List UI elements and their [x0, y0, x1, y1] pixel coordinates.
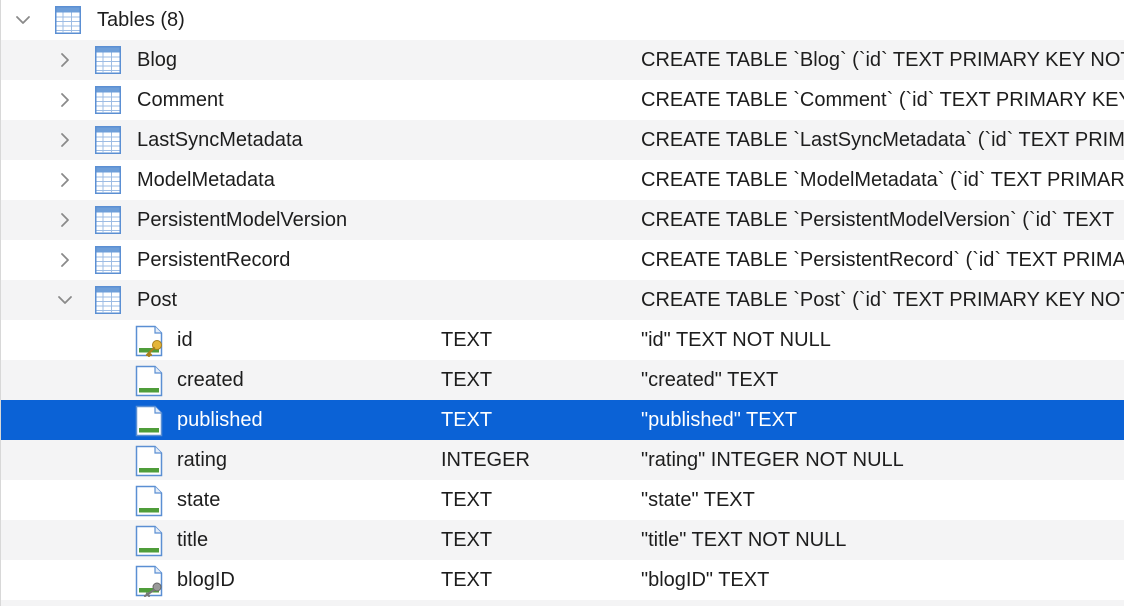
column-schema: "id" TEXT NOT NULL — [641, 329, 831, 351]
table-group-icon — [55, 6, 81, 34]
chevron-right-icon[interactable] — [55, 200, 75, 240]
column-type: TEXT — [441, 529, 493, 551]
column-row-published[interactable]: published TEXT "published" TEXT — [1, 400, 1124, 440]
table-icon — [95, 246, 121, 274]
table-row-modelmetadata[interactable]: ModelMetadata CREATE TABLE `ModelMetadata… — [1, 160, 1124, 200]
table-icon — [95, 46, 121, 74]
list-item — [1, 600, 1124, 606]
column-schema: "published" TEXT — [641, 409, 798, 431]
table-schema: CREATE TABLE `PersistentModelVersion` (`… — [641, 209, 1115, 231]
table-name: Blog — [137, 49, 178, 71]
table-name: Post — [137, 289, 178, 311]
table-icon — [95, 286, 121, 314]
column-type: INTEGER — [441, 449, 530, 471]
table-list: Blog CREATE TABLE `Blog` (`id` TEXT PRIMA… — [1, 40, 1124, 320]
column-row-state[interactable]: state TEXT "state" TEXT — [1, 480, 1124, 520]
table-schema: CREATE TABLE `LastSyncMetadata` (`id` TE… — [641, 129, 1124, 151]
column-name: created — [177, 369, 244, 391]
tables-group-row[interactable]: Tables (8) — [1, 0, 1124, 40]
column-name: rating — [177, 449, 228, 471]
column-type: TEXT — [441, 329, 493, 351]
column-name: blogID — [177, 569, 235, 591]
column-row-blogid[interactable]: blogID TEXT "blogID" TEXT — [1, 560, 1124, 600]
table-schema: CREATE TABLE `PersistentRecord` (`id` TE… — [641, 249, 1124, 271]
table-row-blog[interactable]: Blog CREATE TABLE `Blog` (`id` TEXT PRIMA… — [1, 40, 1124, 80]
column-schema: "blogID" TEXT — [641, 569, 770, 591]
table-schema: CREATE TABLE `ModelMetadata` (`id` TEXT … — [641, 169, 1124, 191]
chevron-right-icon[interactable] — [55, 40, 75, 80]
column-row-title[interactable]: title TEXT "title" TEXT NOT NULL — [1, 520, 1124, 560]
table-row-persistentrecord[interactable]: PersistentRecord CREATE TABLE `Persistent… — [1, 240, 1124, 280]
column-icon — [135, 445, 163, 477]
column-name: id — [177, 329, 193, 351]
column-name: published — [177, 409, 263, 431]
table-name: ModelMetadata — [137, 169, 275, 191]
column-schema: "title" TEXT NOT NULL — [641, 529, 847, 551]
column-row-rating[interactable]: rating INTEGER "rating" INTEGER NOT NULL — [1, 440, 1124, 480]
column-icon — [135, 365, 163, 397]
table-row-lastsyncmetadata[interactable]: LastSyncMetadata CREATE TABLE `LastSyncMe… — [1, 120, 1124, 160]
column-row-created[interactable]: created TEXT "created" TEXT — [1, 360, 1124, 400]
table-schema: CREATE TABLE `Comment` (`id` TEXT PRIMAR… — [641, 89, 1124, 111]
column-name: title — [177, 529, 209, 551]
column-schema: "state" TEXT — [641, 489, 755, 511]
table-icon — [95, 86, 121, 114]
column-type: TEXT — [441, 409, 493, 431]
column-type: TEXT — [441, 489, 493, 511]
table-name: LastSyncMetadata — [137, 129, 303, 151]
column-schema: "rating" INTEGER NOT NULL — [641, 449, 904, 471]
table-row-persistentmodelversion[interactable]: PersistentModelVersion CREATE TABLE `Pers… — [1, 200, 1124, 240]
tables-group-label: Tables (8) — [97, 9, 185, 31]
column-name: state — [177, 489, 221, 511]
chevron-right-icon[interactable] — [55, 240, 75, 280]
column-icon — [135, 485, 163, 517]
chevron-down-icon[interactable] — [13, 0, 33, 40]
post-column-list: id TEXT "id" TEXT NOT NULL created TEXT "crea… — [1, 320, 1124, 600]
table-icon — [95, 126, 121, 154]
chevron-right-icon[interactable] — [55, 160, 75, 200]
column-icon — [135, 405, 163, 437]
table-row-comment[interactable]: Comment CREATE TABLE `Comment` (`id` TEXT… — [1, 80, 1124, 120]
foreign-key-column-icon — [135, 565, 163, 597]
column-icon — [135, 525, 163, 557]
table-name: Comment — [137, 89, 224, 111]
chevron-right-icon[interactable] — [55, 120, 75, 160]
table-name: PersistentRecord — [137, 249, 291, 271]
primary-key-column-icon — [135, 325, 163, 357]
column-type: TEXT — [441, 369, 493, 391]
table-name: PersistentModelVersion — [137, 209, 348, 231]
chevron-down-icon[interactable] — [55, 280, 75, 320]
column-type: TEXT — [441, 569, 493, 591]
table-schema: CREATE TABLE `Post` (`id` TEXT PRIMARY K… — [641, 289, 1124, 311]
column-row-id[interactable]: id TEXT "id" TEXT NOT NULL — [1, 320, 1124, 360]
table-icon — [95, 206, 121, 234]
table-schema: CREATE TABLE `Blog` (`id` TEXT PRIMARY K… — [641, 49, 1124, 71]
table-row-post[interactable]: Post CREATE TABLE `Post` (`id` TEXT PRIMA… — [1, 280, 1124, 320]
table-icon — [95, 166, 121, 194]
schema-tree[interactable]: Tables (8) Blog CREATE TABLE `Blog` (`id`… — [0, 0, 1124, 606]
column-schema: "created" TEXT — [641, 369, 779, 391]
chevron-right-icon[interactable] — [55, 80, 75, 120]
